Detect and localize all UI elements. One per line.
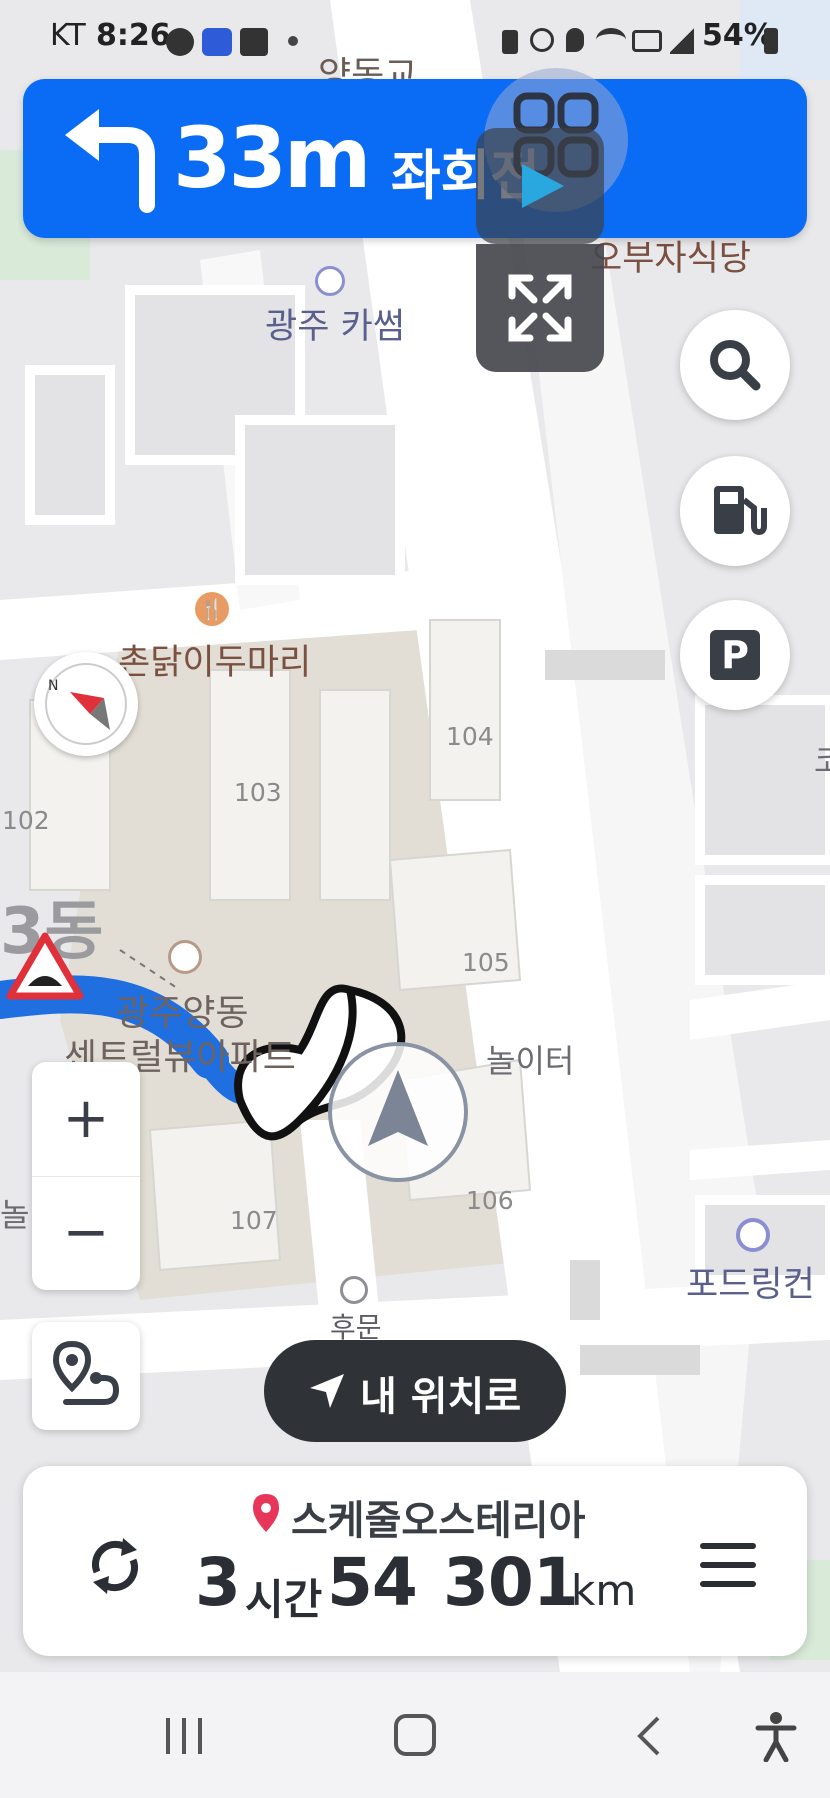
gas-station-icon (714, 486, 767, 536)
map-label-partial-right: 코 (814, 742, 830, 780)
dot-icon (288, 36, 298, 46)
svg-text:N: N (48, 678, 58, 694)
speed-bump-warning-icon (6, 932, 84, 1000)
search-icon (710, 340, 761, 391)
poi-pin-icon (736, 1218, 770, 1252)
signal-icon (670, 26, 694, 54)
location-arrow-icon (310, 1374, 344, 1408)
distance-unit: km (571, 1566, 637, 1615)
gate-icon (340, 1276, 368, 1304)
building-number: 104 (446, 722, 494, 751)
car-icon (166, 28, 194, 56)
play-icon (522, 164, 564, 208)
poi-pin-icon (315, 266, 345, 296)
wifi-icon (596, 28, 626, 52)
app-badge-icon (202, 28, 232, 56)
current-position-marker (328, 1042, 468, 1182)
building-number: 102 (2, 806, 50, 835)
status-bar: KT 8:26 54% (0, 0, 830, 78)
compass-button[interactable]: N (34, 652, 138, 756)
accessibility-icon[interactable] (754, 1710, 798, 1762)
parking-icon: P (710, 630, 760, 680)
battery-icon (764, 28, 778, 54)
back-icon[interactable] (630, 1712, 670, 1760)
carrier-label: KT (50, 18, 86, 53)
route-options-button[interactable] (32, 1322, 140, 1430)
map-label-playground: 놀이터 (486, 1042, 575, 1080)
building-number: 106 (466, 1186, 514, 1215)
menu-icon[interactable] (693, 1530, 763, 1600)
zoom-controls: + − (32, 1062, 140, 1290)
search-button[interactable] (680, 310, 790, 420)
hd-icon (632, 30, 662, 52)
gallery-icon (240, 28, 268, 56)
turn-left-arrow-icon (65, 109, 155, 213)
home-icon[interactable] (394, 1714, 436, 1756)
zoom-in-button[interactable]: + (32, 1062, 140, 1176)
map-label-restaurant-2: 촌닭이두마리 (118, 643, 312, 683)
eta-hours-unit: 시간 (245, 1575, 323, 1624)
remaining-distance: 301 (443, 1544, 579, 1621)
my-location-button[interactable]: 내 위치로 (264, 1340, 566, 1442)
recent-apps-icon[interactable] (160, 1714, 208, 1758)
alarm-icon (530, 28, 554, 52)
clock: 8:26 (96, 18, 171, 53)
turn-instruction-banner[interactable]: 33m 좌회전 (23, 79, 807, 238)
parking-button[interactable]: P (680, 600, 790, 710)
battery-saver-icon (502, 30, 518, 54)
reroute-icon[interactable] (75, 1526, 155, 1606)
eta-hours: 3 (195, 1544, 241, 1621)
compass-icon: N (45, 663, 127, 745)
apartment-icon (168, 940, 202, 974)
navigation-arrow-icon (368, 1070, 428, 1146)
building-number: 107 (230, 1206, 278, 1235)
restaurant-icon: 🍴 (195, 592, 229, 626)
route-summary-card: 스케줄오스테리아 3 시간 54 301 km (23, 1466, 807, 1656)
system-navigation-bar (0, 1672, 830, 1798)
map-label-partial-left: 놀 (0, 1196, 30, 1234)
expand-icon (508, 274, 572, 342)
zoom-out-button[interactable]: − (32, 1176, 140, 1290)
fullscreen-button[interactable] (476, 244, 604, 372)
map-label-poi: 광주 카썸 (265, 307, 405, 347)
gas-station-button[interactable] (680, 456, 790, 566)
location-icon (566, 28, 584, 52)
building-number: 105 (462, 948, 510, 977)
destination-name[interactable]: 스케줄오스테리아 (291, 1488, 585, 1546)
turn-distance: 33m (173, 109, 371, 207)
play-button[interactable] (476, 128, 604, 244)
my-location-label: 내 위치로 (360, 1374, 522, 1420)
building-number: 103 (234, 778, 282, 807)
eta-minutes: 54 (327, 1544, 418, 1621)
route-icon (52, 1340, 120, 1405)
destination-pin-icon (253, 1494, 279, 1532)
map-label-dealer: 포드링컨 (686, 1265, 815, 1305)
